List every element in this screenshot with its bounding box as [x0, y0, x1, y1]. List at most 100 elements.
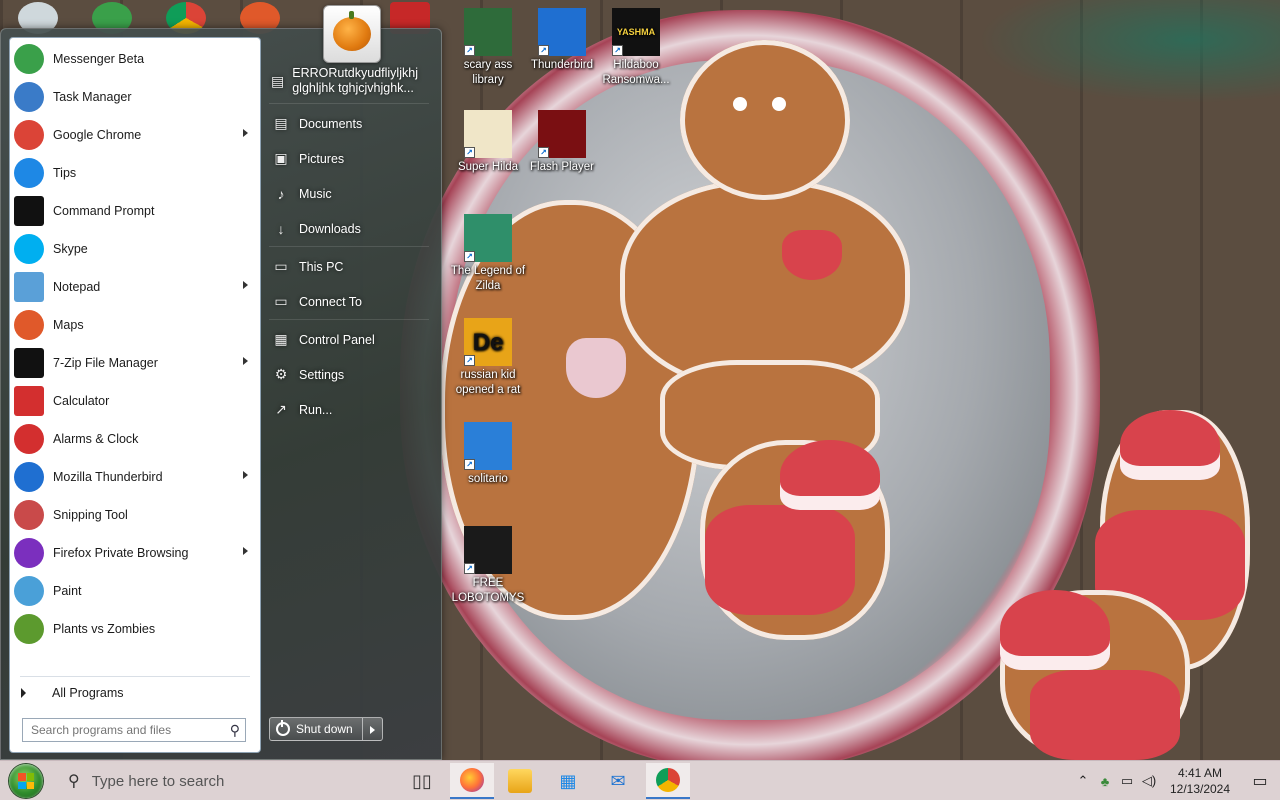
- chrome-taskbar-button[interactable]: [646, 763, 690, 799]
- icon-badge-text: YASHMA: [616, 26, 656, 37]
- start-place-item[interactable]: ♪ Music: [263, 176, 435, 211]
- start-program-label: Firefox Private Browsing: [53, 546, 189, 560]
- start-place-label: Music: [299, 186, 332, 201]
- network-icon[interactable]: ▭: [1116, 773, 1138, 789]
- desktop-icon[interactable]: ↗ FREE LOBOTOMYS: [448, 526, 528, 606]
- submenu-arrow-icon[interactable]: [243, 471, 248, 479]
- desktop-icon[interactable]: ↗ Flash Player: [522, 110, 602, 175]
- shortcut-arrow-icon: ↗: [612, 45, 623, 56]
- notepad-icon: [14, 272, 44, 302]
- cookie-hat: [780, 440, 880, 510]
- start-program-item[interactable]: Mozilla Thunderbird: [10, 458, 260, 496]
- start-place-item[interactable]: ▭ This PC: [263, 249, 435, 284]
- desktop-icon[interactable]: ↗ solitario: [448, 422, 528, 487]
- plants-vs-zombies-icon: [14, 614, 44, 644]
- user-picture[interactable]: [323, 5, 381, 63]
- start-place-label: Pictures: [299, 151, 345, 166]
- start-program-label: Task Manager: [53, 90, 132, 104]
- 7zip-icon: [14, 348, 44, 378]
- start-program-item[interactable]: Alarms & Clock: [10, 420, 260, 458]
- this-pc-icon: ▭: [274, 258, 288, 274]
- chrome-icon: [656, 768, 680, 792]
- start-program-item[interactable]: 7-Zip File Manager: [10, 344, 260, 382]
- taskbar-search-box[interactable]: ⚲ Type here to search: [58, 763, 398, 799]
- gingerbread-big-body: [620, 180, 910, 390]
- clock-time: 4:41 AM: [1177, 766, 1223, 780]
- mail-taskbar-button[interactable]: ✉: [596, 763, 640, 799]
- store-icon: ▦: [559, 771, 577, 791]
- desktop-icon[interactable]: ↗ The Legend of Zilda: [448, 214, 528, 294]
- start-program-item[interactable]: Google Chrome: [10, 116, 260, 154]
- cookie-sweater: [705, 505, 855, 615]
- start-program-item[interactable]: Command Prompt: [10, 192, 260, 230]
- submenu-arrow-icon[interactable]: [243, 129, 248, 137]
- start-button[interactable]: [6, 763, 46, 799]
- super-hilda-icon: ↗: [464, 110, 512, 158]
- start-place-item[interactable]: ▤ Documents: [263, 106, 435, 141]
- start-program-item[interactable]: Calculator: [10, 382, 260, 420]
- shutdown-options-button[interactable]: [363, 717, 383, 741]
- tips-icon: [14, 158, 44, 188]
- start-place-item[interactable]: ↓ Downloads: [263, 211, 435, 246]
- start-program-item[interactable]: Messenger Beta: [10, 40, 260, 78]
- file-explorer-icon: [508, 769, 532, 793]
- task-view-button[interactable]: ▯▯: [400, 763, 444, 799]
- start-place-item[interactable]: ⚙ Settings: [263, 357, 435, 392]
- microsoft-store-taskbar-button[interactable]: ▦: [546, 763, 590, 799]
- desktop-icon-label: solitario: [468, 473, 508, 485]
- documents-icon: ▤: [274, 115, 288, 131]
- task-manager-icon: [14, 82, 44, 112]
- submenu-arrow-icon[interactable]: [243, 357, 248, 365]
- start-program-item[interactable]: Paint: [10, 572, 260, 610]
- start-place-item[interactable]: ↗ Run...: [263, 392, 435, 427]
- snipping-tool-icon: [14, 500, 44, 530]
- tray-app-icon[interactable]: ♣: [1094, 774, 1116, 789]
- cookie-sweater: [1030, 670, 1180, 760]
- start-program-item[interactable]: Plants vs Zombies: [10, 610, 260, 648]
- start-program-item[interactable]: Notepad: [10, 268, 260, 306]
- start-search-input[interactable]: [23, 719, 213, 741]
- desktop-icon-label: Super Hilda: [457, 161, 519, 173]
- start-place-item[interactable]: ▣ Pictures: [263, 141, 435, 176]
- start-program-item[interactable]: Skype: [10, 230, 260, 268]
- desktop-icon[interactable]: ↗ scary ass library: [448, 8, 528, 88]
- start-place-label: Control Panel: [299, 332, 375, 347]
- start-place-item[interactable]: ▦ Control Panel: [263, 322, 435, 357]
- desktop-icon-label: Hildaboo Ransomwa...: [602, 59, 670, 86]
- file-explorer-taskbar-button[interactable]: [498, 763, 542, 799]
- shortcut-arrow-icon: ↗: [464, 355, 475, 366]
- start-program-label: Calculator: [53, 394, 110, 408]
- thunderbird-icon: [14, 462, 44, 492]
- start-program-item[interactable]: Firefox Private Browsing: [10, 534, 260, 572]
- submenu-arrow-icon[interactable]: [243, 547, 248, 555]
- start-place-label: Settings: [299, 367, 345, 382]
- icon-badge-text: De: [472, 328, 504, 356]
- power-icon: [276, 720, 290, 736]
- show-hidden-icons-icon[interactable]: ⌃: [1072, 773, 1094, 789]
- start-program-label: Messenger Beta: [53, 52, 145, 66]
- shortcut-arrow-icon: ↗: [464, 459, 475, 470]
- search-icon[interactable]: ⚲: [230, 722, 240, 739]
- desktop-icon[interactable]: De ↗ russian kid opened a rat: [448, 318, 528, 398]
- start-program-item[interactable]: Tips: [10, 154, 260, 192]
- start-place-item[interactable]: ▭ Connect To: [263, 284, 435, 319]
- start-program-item[interactable]: Maps: [10, 306, 260, 344]
- volume-icon[interactable]: ◁): [1138, 773, 1160, 789]
- firefox-taskbar-button[interactable]: [450, 763, 494, 799]
- shortcut-arrow-icon: ↗: [464, 251, 475, 262]
- start-place-item[interactable]: ▤ ERRORutdkyudfliyljkhj glghljhk tghjcjvh…: [263, 59, 435, 103]
- all-programs-button[interactable]: All Programs: [10, 680, 260, 706]
- desktop-icon-label: FREE LOBOTOMYS: [451, 577, 525, 604]
- flash-player-icon: ↗: [538, 110, 586, 158]
- start-search-box[interactable]: ⚲: [22, 718, 246, 742]
- start-program-item[interactable]: Task Manager: [10, 78, 260, 116]
- submenu-arrow-icon[interactable]: [243, 281, 248, 289]
- desktop-icon[interactable]: YASHMA ↗ Hildaboo Ransomwa...: [596, 8, 676, 88]
- start-program-item[interactable]: Snipping Tool: [10, 496, 260, 534]
- desktop-icon[interactable]: ↗ Thunderbird: [522, 8, 602, 73]
- clock[interactable]: 4:41 AM 12/13/2024: [1160, 765, 1240, 797]
- notification-center-icon[interactable]: ▭: [1240, 771, 1280, 791]
- shutdown-button[interactable]: Shut down: [269, 717, 363, 741]
- chrome-icon: [14, 120, 44, 150]
- desktop-icon[interactable]: ↗ Super Hilda: [448, 110, 528, 175]
